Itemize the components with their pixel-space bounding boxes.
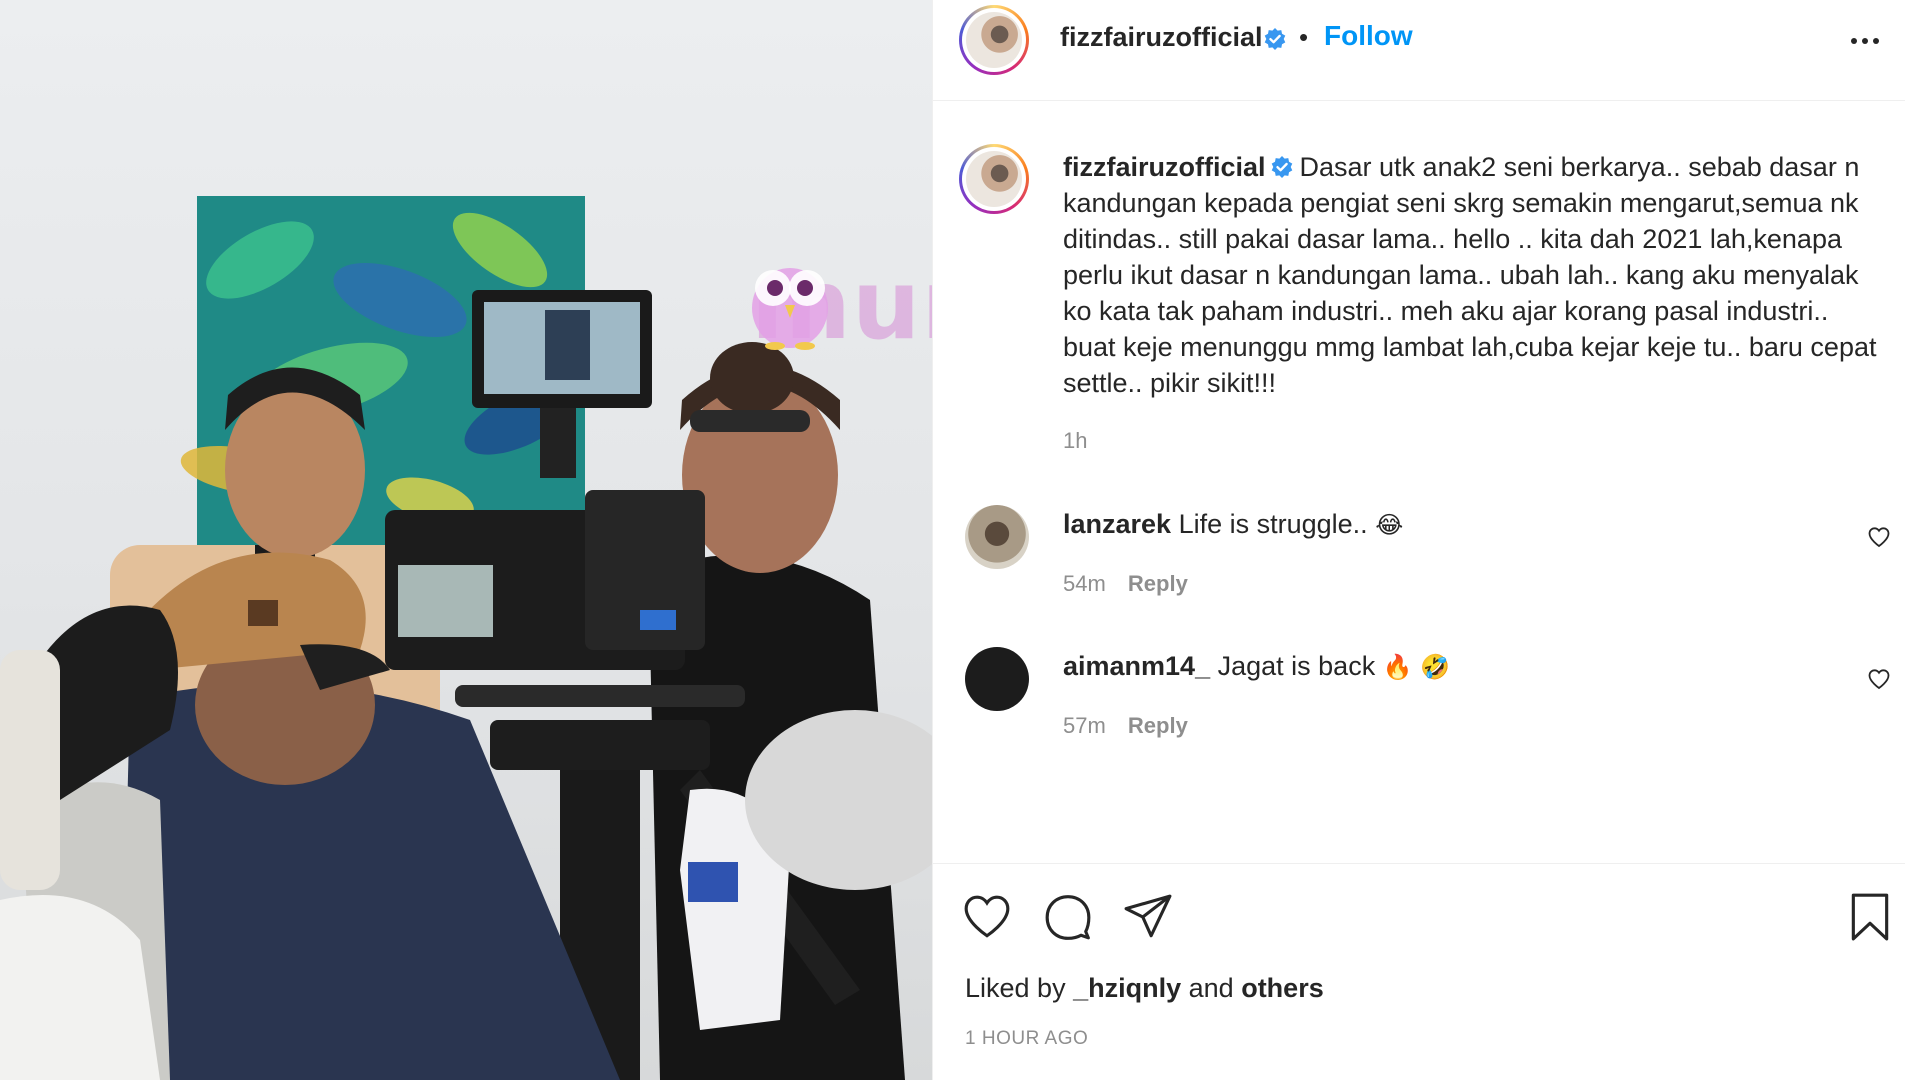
photo-illustration xyxy=(0,196,932,1080)
comment-bubble-icon[interactable] xyxy=(1043,892,1093,942)
commenter-avatar[interactable] xyxy=(965,647,1029,711)
comment-text: Jagat is back xyxy=(1217,651,1376,681)
caption-timestamp[interactable]: 1h xyxy=(1063,428,1087,454)
comment-emoji: 🔥 🤣 xyxy=(1382,653,1451,681)
reply-button[interactable]: Reply xyxy=(1128,713,1188,738)
post-header: fizzfairuzofficial • Follow xyxy=(933,0,1905,101)
comment-like-heart-icon[interactable] xyxy=(1867,525,1891,549)
comment-timestamp[interactable]: 54m xyxy=(1063,571,1106,596)
comment-meta: 57m Reply xyxy=(1063,713,1188,739)
verified-badge-icon xyxy=(1264,28,1286,50)
comment-body: aimanm14_ Jagat is back 🔥 🤣 xyxy=(1063,651,1450,682)
verified-badge-icon xyxy=(1271,156,1292,178)
comment-item: aimanm14_ Jagat is back 🔥 🤣 57m Reply xyxy=(933,647,1905,757)
comment-item: lanzarek Life is struggle.. 😂 54m Reply xyxy=(933,505,1905,615)
commenter-avatar[interactable] xyxy=(965,505,1029,569)
post-timestamp[interactable]: 1 HOUR AGO xyxy=(965,1028,1088,1050)
separator-dot: • xyxy=(1299,22,1309,52)
share-send-icon[interactable] xyxy=(1123,892,1173,942)
likes-summary: Liked by _hziqnly and others xyxy=(965,973,1324,1004)
liked-by-user[interactable]: _hziqnly xyxy=(1073,973,1181,1003)
commenter-username[interactable]: lanzarek xyxy=(1063,509,1171,539)
reply-button[interactable]: Reply xyxy=(1128,571,1188,596)
caption-username[interactable]: fizzfairuzofficial xyxy=(1063,152,1266,182)
comment-timestamp[interactable]: 57m xyxy=(1063,713,1106,738)
commenter-username[interactable]: aimanm14_ xyxy=(1063,651,1210,681)
caption-text: Dasar utk anak2 seni berkarya.. sebab da… xyxy=(1063,152,1877,398)
author-username[interactable]: fizzfairuzofficial xyxy=(1060,22,1263,53)
caption-avatar[interactable] xyxy=(959,144,1029,214)
comment-text: Life is struggle.. xyxy=(1178,509,1368,539)
follow-button[interactable]: Follow xyxy=(1324,20,1413,52)
post-actions: Liked by _hziqnly and others 1 HOUR AGO xyxy=(933,863,1905,1081)
post-side-panel: fizzfairuzofficial • Follow fizzfairuzof… xyxy=(932,0,1905,1080)
comment-meta: 54m Reply xyxy=(1063,571,1188,597)
likes-conjunction: and xyxy=(1188,973,1234,1003)
comment-body: lanzarek Life is struggle.. 😂 xyxy=(1063,509,1403,540)
more-options-icon[interactable] xyxy=(1845,26,1885,56)
like-heart-icon[interactable] xyxy=(962,892,1012,942)
comment-emoji: 😂 xyxy=(1375,511,1404,539)
bookmark-save-icon[interactable] xyxy=(1845,892,1895,942)
caption-body: fizzfairuzofficial Dasar utk anak2 seni b… xyxy=(1063,149,1883,401)
comment-like-heart-icon[interactable] xyxy=(1867,667,1891,691)
likes-prefix: Liked by xyxy=(965,973,1066,1003)
post-photo[interactable]: murai xyxy=(0,0,932,1080)
author-avatar[interactable] xyxy=(959,5,1029,75)
likes-others-link[interactable]: others xyxy=(1241,973,1324,1003)
